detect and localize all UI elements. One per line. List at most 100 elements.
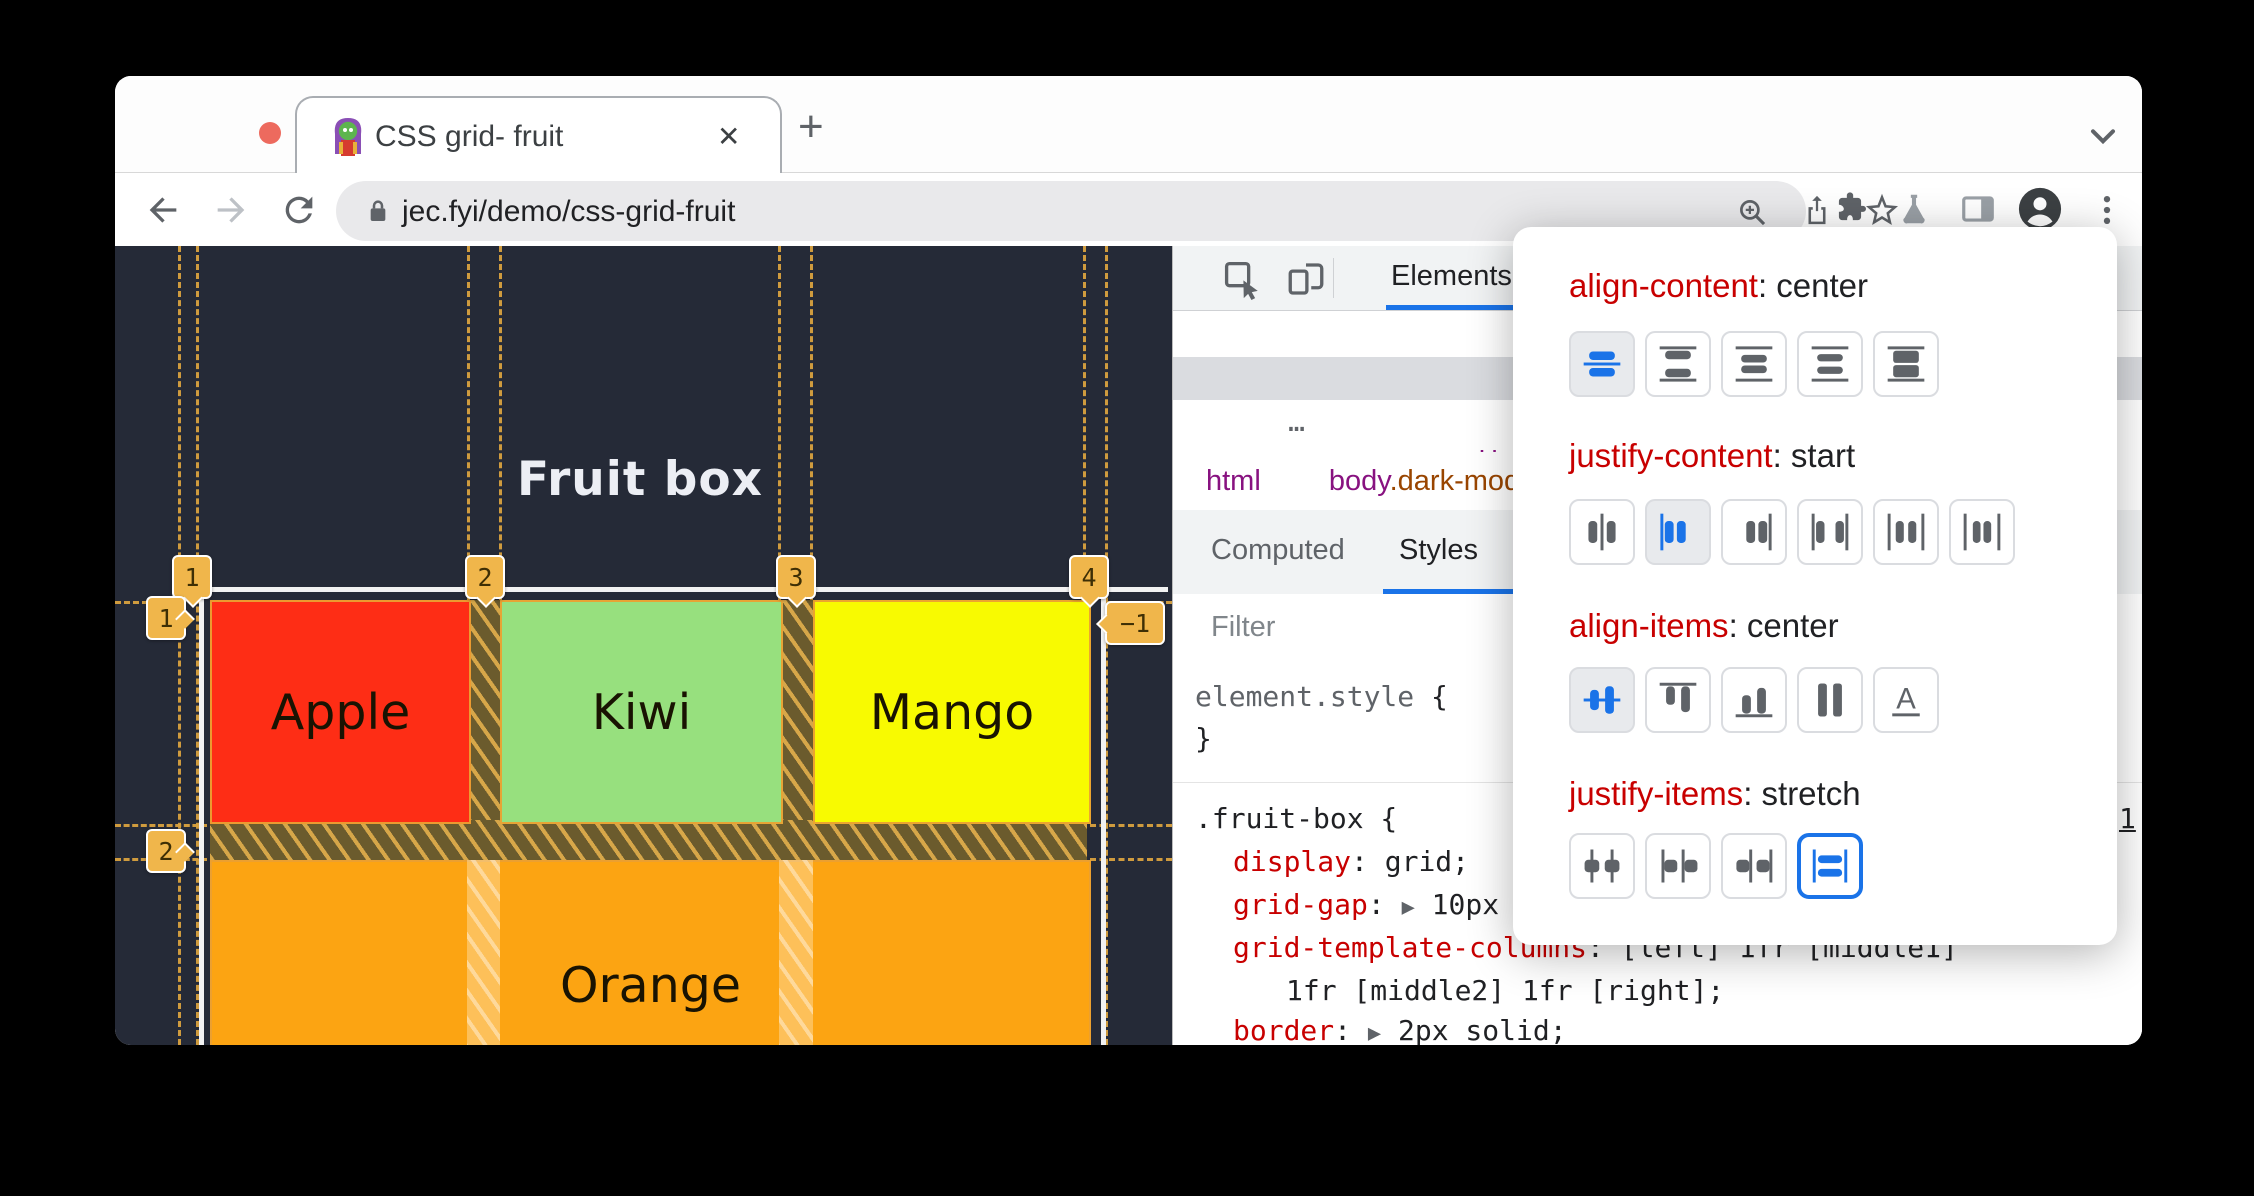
css-border-line[interactable]: border: ▶ 2px solid;: [1233, 1014, 1567, 1045]
align-items-end-icon: [1735, 687, 1773, 718]
tab-close-icon[interactable]: ✕: [717, 120, 740, 153]
justify-items-start-button[interactable]: [1645, 833, 1711, 899]
grid-line-badge: 3: [776, 555, 816, 599]
align-content-stretch-icon: [1887, 346, 1925, 382]
grid-line-badge: 1: [172, 555, 212, 599]
justify-content-end-icon: [1746, 513, 1772, 551]
expand-arrow-icon: ▶: [1401, 895, 1415, 920]
align-content-space-around-button[interactable]: [1721, 331, 1787, 397]
justify-items-label: justify-items: stretch: [1569, 775, 1861, 812]
stylesheet-source-link[interactable]: 1: [2119, 802, 2136, 835]
justify-items-center-icon: [1584, 849, 1620, 883]
breadcrumb-body-class[interactable]: .dark-mod: [1390, 465, 1521, 497]
toolbar-divider: [1333, 258, 1334, 298]
justify-content-space-evenly-button[interactable]: [1949, 499, 2015, 565]
tab-search-chevron-icon[interactable]: [2083, 116, 2123, 156]
align-items-baseline-icon: A: [1892, 682, 1920, 717]
reload-icon[interactable]: [279, 190, 319, 230]
justify-items-start-icon: [1661, 849, 1698, 883]
grid-gap-hatch: [467, 600, 500, 820]
breadcrumb-body[interactable]: body: [1329, 465, 1390, 497]
justify-content-label: justify-content: start: [1569, 437, 1856, 474]
tab-elements[interactable]: Elements: [1391, 260, 1512, 293]
align-content-space-between-icon: [1659, 346, 1697, 382]
justify-content-space-evenly-icon: [1963, 513, 2001, 551]
justify-items-center-button[interactable]: [1569, 833, 1635, 899]
tab-computed[interactable]: Computed: [1211, 534, 1345, 567]
justify-items-end-button[interactable]: [1721, 833, 1787, 899]
grid-item-label: Mango: [869, 683, 1035, 741]
grid-dashed-line: [178, 246, 181, 1045]
svg-text:A: A: [1896, 682, 1916, 715]
grid-item-mango: Mango: [813, 600, 1091, 824]
grid-item-orange: Orange: [210, 860, 1091, 1045]
back-icon[interactable]: [143, 190, 183, 230]
align-content-space-evenly-button[interactable]: [1797, 331, 1863, 397]
expand-arrow-icon: ▶: [1367, 1021, 1382, 1045]
toggle-device-toolbar-icon[interactable]: [1285, 258, 1327, 300]
align-items-start-button[interactable]: [1645, 667, 1711, 733]
grid-line-right: [1101, 590, 1106, 1045]
align-content-center-button[interactable]: [1569, 331, 1635, 397]
browser-menu-dots-icon[interactable]: [2087, 190, 2127, 230]
flask-icon[interactable]: [1895, 190, 1933, 228]
align-content-center-icon: [1583, 351, 1621, 377]
align-content-stretch-button[interactable]: [1873, 331, 1939, 397]
css-grid-gap-line[interactable]: grid-gap: ▶ 10px: [1233, 888, 1499, 921]
justify-items-end-icon: [1736, 849, 1773, 883]
justify-items-stretch-button[interactable]: [1797, 833, 1863, 899]
justify-content-space-around-button[interactable]: [1873, 499, 1939, 565]
css-grid-template-columns-wrap: 1fr [middle2] 1fr [right];: [1286, 974, 1725, 1007]
share-icon[interactable]: [1800, 193, 1834, 227]
justify-content-start-button[interactable]: [1645, 499, 1711, 565]
zoom-icon[interactable]: [1735, 195, 1769, 229]
breadcrumb-html[interactable]: html: [1173, 465, 1261, 497]
tab-strip: CSS grid- fruit ✕ +: [115, 76, 2142, 174]
side-panel-icon[interactable]: [1959, 190, 1997, 228]
grid-line-left: [199, 590, 204, 1045]
new-tab-button[interactable]: +: [798, 105, 824, 149]
grid-gap-hatch: [210, 820, 1087, 860]
page-viewport: Fruit box Apple Kiwi Mango Orange 1 2 3 …: [115, 246, 1172, 1045]
justify-content-end-button[interactable]: [1721, 499, 1787, 565]
justify-content-center-icon: [1588, 513, 1616, 551]
tab-styles[interactable]: Styles: [1399, 534, 1478, 567]
align-items-center-button[interactable]: [1569, 667, 1635, 733]
grid-line-badge: −1: [1105, 601, 1165, 645]
css-display-line[interactable]: display: grid;: [1233, 845, 1469, 878]
extensions-puzzle-icon[interactable]: [1831, 190, 1869, 228]
screenshot-canvas: CSS grid- fruit ✕ + jec.fyi/demo/css-gri…: [0, 0, 2254, 1196]
bookmark-star-icon[interactable]: [1865, 193, 1899, 227]
profile-avatar[interactable]: [2017, 186, 2063, 232]
grid-editor-popup: align-content: center justify-content: s…: [1513, 227, 2117, 945]
justify-content-center-button[interactable]: [1569, 499, 1635, 565]
justify-content-space-between-icon: [1811, 513, 1849, 551]
align-items-baseline-button[interactable]: A: [1873, 667, 1939, 733]
grid-item-label: Orange: [559, 956, 742, 1014]
grid-item-kiwi: Kiwi: [500, 600, 783, 824]
grid-line-badge: 4: [1069, 555, 1109, 599]
grid-item-apple: Apple: [210, 600, 471, 824]
fruit-box-selector[interactable]: .fruit-box {: [1195, 802, 1397, 835]
align-items-stretch-button[interactable]: [1797, 667, 1863, 733]
align-content-space-around-icon: [1735, 346, 1773, 382]
justify-content-space-around-icon: [1887, 513, 1925, 551]
align-items-center-icon: [1583, 686, 1621, 714]
inspect-element-icon[interactable]: [1221, 258, 1263, 300]
justify-content-space-between-button[interactable]: [1797, 499, 1863, 565]
align-content-space-between-button[interactable]: [1645, 331, 1711, 397]
grid-item-label: Apple: [270, 683, 411, 741]
close-window-button[interactable]: [259, 122, 281, 144]
grid-line-badge: 2: [465, 555, 505, 599]
filter-placeholder: Filter: [1211, 611, 1276, 643]
browser-tab[interactable]: CSS grid- fruit ✕: [295, 96, 782, 174]
grid-dashed-line: [115, 824, 207, 827]
forward-icon[interactable]: [211, 190, 251, 230]
element-style-close: }: [1195, 722, 1212, 755]
lock-icon: [370, 200, 386, 221]
align-content-space-evenly-icon: [1811, 346, 1849, 382]
grid-gap-overlay: [779, 860, 813, 1045]
align-items-end-button[interactable]: [1721, 667, 1787, 733]
grid-line-badge: 1: [146, 596, 186, 640]
element-style-rule[interactable]: element.style {: [1195, 680, 1448, 713]
